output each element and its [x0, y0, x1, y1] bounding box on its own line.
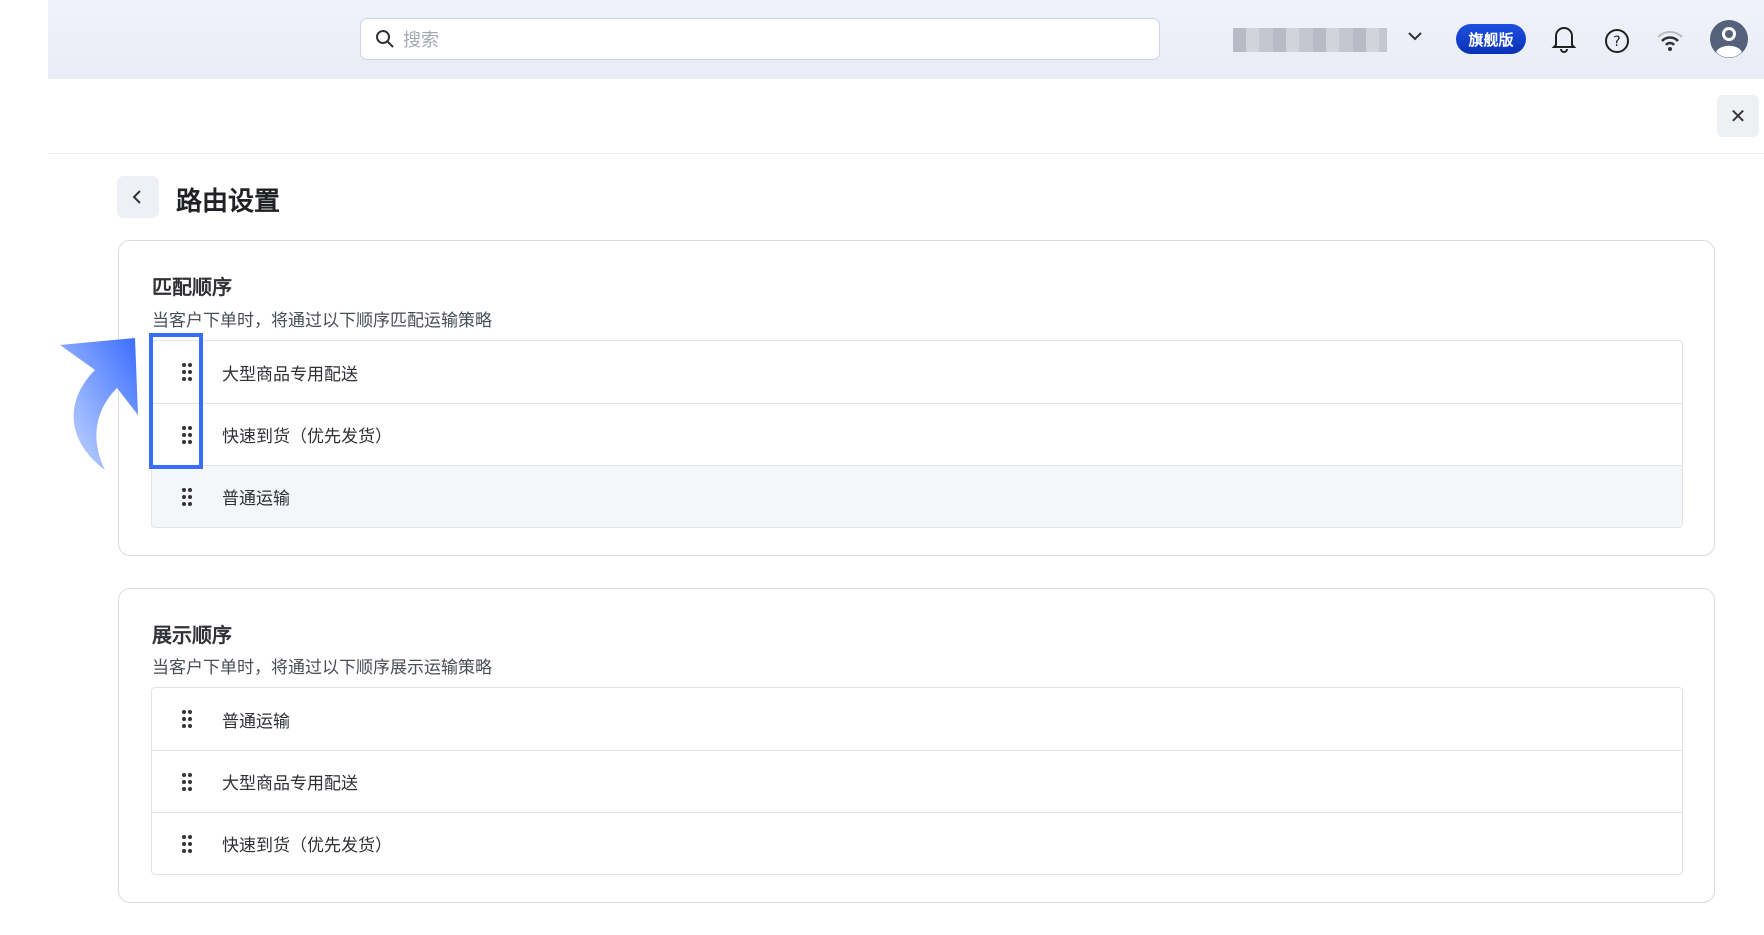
search-icon	[376, 30, 394, 48]
item-label: 快速到货（优先发货）	[222, 427, 392, 446]
bell-icon[interactable]	[1551, 24, 1577, 54]
display-order-card: 展示顺序 当客户下单时，将通过以下顺序展示运输策略 普通运输 大型商品专用配送 …	[118, 588, 1715, 903]
divider	[48, 153, 1764, 154]
section-title: 展示顺序	[152, 625, 232, 647]
display-order-list: 普通运输 大型商品专用配送 快速到货（优先发货）	[151, 687, 1683, 875]
plan-badge: 旗舰版	[1456, 24, 1526, 54]
drag-handle-icon[interactable]	[152, 710, 222, 728]
section-title: 匹配顺序	[152, 277, 232, 299]
drag-handle-icon[interactable]	[152, 772, 222, 791]
search-input[interactable]: 搜索	[360, 18, 1160, 60]
item-label: 大型商品专用配送	[222, 774, 358, 793]
list-item[interactable]: 大型商品专用配送	[152, 341, 1682, 403]
list-item[interactable]: 大型商品专用配送	[152, 750, 1682, 812]
section-description: 当客户下单时，将通过以下顺序展示运输策略	[152, 658, 492, 677]
chevron-left-icon	[132, 190, 141, 204]
item-label: 普通运输	[222, 489, 290, 508]
wifi-icon	[1657, 31, 1683, 51]
item-label: 大型商品专用配送	[222, 364, 358, 384]
help-icon[interactable]: ?	[1604, 28, 1630, 54]
search-placeholder: 搜索	[403, 30, 439, 50]
chevron-down-icon[interactable]	[1405, 26, 1425, 46]
avatar[interactable]	[1709, 19, 1749, 59]
drag-handle-icon[interactable]	[152, 487, 222, 506]
highlight-box	[149, 333, 203, 469]
page-title: 路由设置	[176, 186, 281, 216]
match-order-list: 大型商品专用配送 快速到货（优先发货） 普通运输	[151, 340, 1683, 528]
item-label: 快速到货（优先发货）	[222, 836, 392, 855]
list-item[interactable]: 普通运输	[152, 465, 1682, 527]
svg-text:?: ?	[1613, 34, 1620, 50]
back-button[interactable]	[117, 176, 159, 218]
close-button[interactable]: ✕	[1717, 95, 1759, 137]
list-item[interactable]: 普通运输	[152, 688, 1682, 750]
close-icon: ✕	[1729, 105, 1747, 128]
list-item[interactable]: 快速到货（优先发货）	[152, 403, 1682, 465]
match-order-card: 匹配顺序 当客户下单时，将通过以下顺序匹配运输策略 大型商品专用配送 快速到货（…	[118, 240, 1715, 556]
section-description: 当客户下单时，将通过以下顺序匹配运输策略	[152, 311, 492, 330]
drag-handle-icon[interactable]	[152, 834, 222, 853]
item-label: 普通运输	[222, 711, 290, 731]
store-name-blurred[interactable]	[1233, 28, 1387, 52]
list-item[interactable]: 快速到货（优先发货）	[152, 812, 1682, 874]
curved-arrow-icon	[60, 338, 138, 470]
